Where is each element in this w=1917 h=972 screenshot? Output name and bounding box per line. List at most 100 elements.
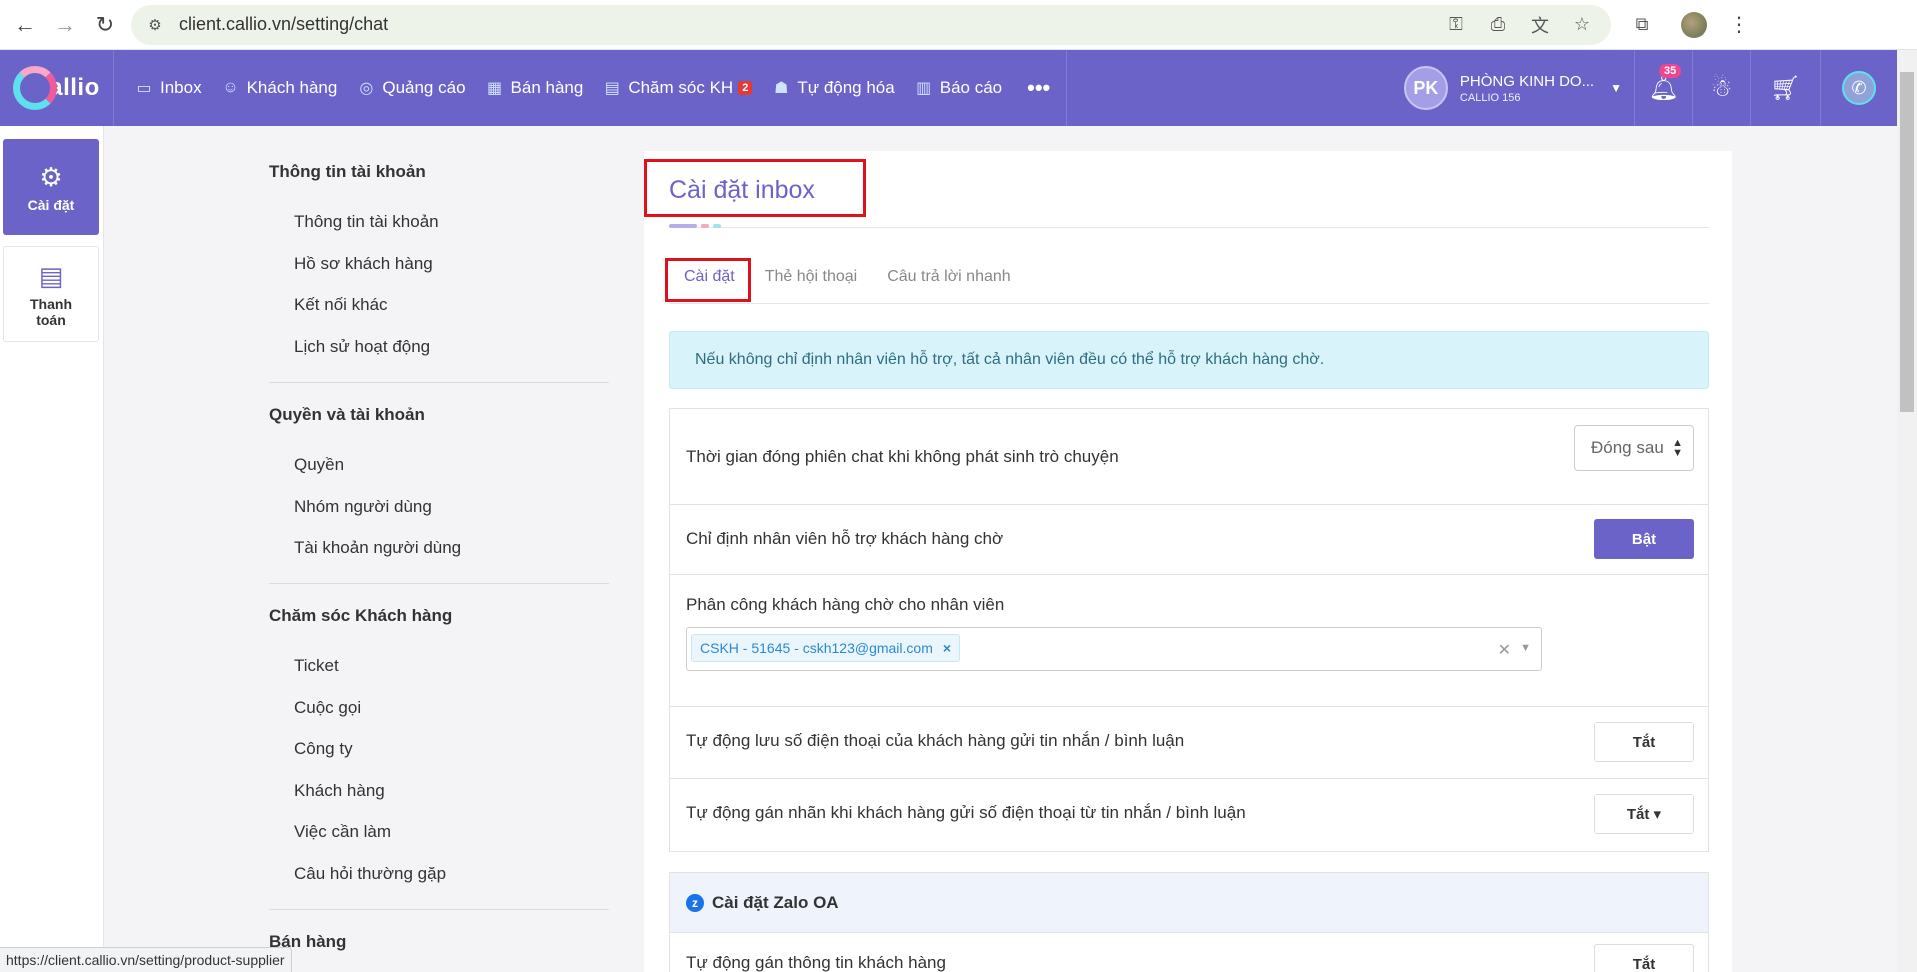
bookmark-star-icon[interactable]: ☆ [1569, 12, 1595, 38]
setting-row-auto-label: Tự động gán nhãn khi khách hàng gửi số đ… [670, 779, 1708, 851]
care-icon: ▤ [604, 80, 620, 97]
install-app-icon[interactable]: ⎙ [1485, 12, 1511, 38]
setting-label: Thời gian đóng phiên chat khi không phát… [686, 447, 1119, 466]
setting-label: Phân công khách hàng chờ cho nhân viên [686, 595, 1005, 614]
zalo-section-header: z Cài đặt Zalo OA [670, 873, 1708, 933]
assign-staff-toggle-button[interactable]: Bật [1594, 519, 1694, 559]
nav-customers[interactable]: ☺ Khách hàng [211, 50, 347, 126]
password-key-icon[interactable]: ⚿ [1443, 12, 1469, 38]
invoice-icon: ▤ [38, 260, 64, 291]
nav-inbox[interactable]: ▭ Inbox [124, 50, 211, 126]
menu-section-title: Chăm sóc Khách hàng [269, 606, 453, 625]
address-bar[interactable]: ⚙ client.callio.vn/setting/chat ⚿ ⎙ 文 ☆ [131, 4, 1611, 45]
browser-menu-icon[interactable]: ⋮ [1729, 12, 1749, 37]
chevron-down-icon[interactable]: ▼ [1520, 642, 1531, 654]
extensions-icon[interactable]: ⧉ [1629, 12, 1655, 38]
zalo-auto-assign-toggle-button[interactable]: Tắt [1594, 944, 1694, 972]
back-icon[interactable]: ← [5, 5, 45, 45]
url-text[interactable]: client.callio.vn/setting/chat [179, 14, 388, 35]
menu-link-ticket[interactable]: Ticket [294, 656, 339, 676]
gear-icon: ⚙ [39, 161, 63, 192]
menu-link-calls[interactable]: Cuộc gọi [294, 698, 361, 718]
menu-link-faq[interactable]: Câu hỏi thường gặp [294, 864, 446, 884]
account-switcher[interactable]: PK PHÒNG KINH DO... CALLIO 156 ▼ [1403, 50, 1635, 126]
chip-remove-icon[interactable]: × [943, 640, 951, 656]
setting-label: Chỉ định nhân viên hỗ trợ khách hàng chờ [686, 529, 1004, 548]
info-alert: Nếu không chỉ định nhân viên hỗ trợ, tất… [669, 331, 1709, 389]
nav-automation-label: Tự động hóa [797, 78, 895, 97]
inbox-settings-list: Thời gian đóng phiên chat khi không phát… [669, 408, 1709, 852]
menu-link-user-groups[interactable]: Nhóm người dùng [294, 497, 432, 517]
ads-icon: ◎ [359, 80, 374, 97]
menu-link-companies[interactable]: Công ty [294, 739, 353, 759]
forward-icon[interactable]: → [45, 5, 85, 45]
link-status-bar: https://client.callio.vn/setting/product… [0, 947, 292, 972]
avatar: PK [1403, 66, 1448, 110]
page-scrollbar[interactable] [1897, 50, 1917, 972]
menu-link-other-connections[interactable]: Kết nối khác [294, 295, 388, 315]
report-icon: ▥ [916, 80, 932, 97]
agent-status-button[interactable]: ☃ [1693, 50, 1751, 126]
menu-divider [269, 583, 609, 584]
browser-profile-avatar[interactable] [1681, 11, 1707, 38]
nav-automation[interactable]: ☗ Tự động hóa [761, 50, 903, 126]
setting-label: Tự động gán nhãn khi khách hàng gửi số đ… [686, 803, 1246, 822]
notifications-button[interactable]: 🔔︎ 35 [1635, 50, 1693, 126]
nav-reports[interactable]: ▥ Báo cáo [904, 50, 1011, 126]
nav-ads-label: Quảng cáo [382, 78, 466, 97]
nav-customer-care-label: Chăm sóc KH [628, 78, 734, 97]
softphone-button[interactable]: ✆ [1821, 50, 1897, 126]
setting-row-auto-save-phone: Tự động lưu số điện thoại của khách hàng… [670, 707, 1708, 779]
rail-item-settings-label: Cài đặt [27, 196, 75, 213]
tab-quick-replies[interactable]: Câu trả lời nhanh [872, 258, 1025, 296]
clear-icon[interactable]: ✕ [1498, 640, 1511, 660]
zalo-section-title: Cài đặt Zalo OA [712, 892, 839, 912]
tabs-divider [669, 303, 1709, 304]
staff-multiselect[interactable]: CSKH - 51645 - cskh123@gmail.com × ✕ ▼ [686, 627, 1542, 671]
menu-section-title: Quyền và tài khoản [269, 405, 425, 424]
setting-label: Tự động gán thông tin khách hàng [686, 953, 946, 972]
translate-icon[interactable]: 文 [1527, 12, 1553, 38]
menu-divider [269, 382, 609, 383]
phone-icon: ✆ [1842, 71, 1876, 105]
title-divider [669, 227, 1709, 228]
cart-icon: 🛒︎ [1770, 74, 1801, 102]
left-rail: ⚙ Cài đặt ▤ Thanh toán [0, 126, 104, 972]
nav-sales[interactable]: ▦ Bán hàng [475, 50, 593, 126]
logo-mark-icon [13, 66, 58, 110]
callio-logo[interactable]: allio [0, 50, 114, 126]
selected-staff-chip: CSKH - 51645 - cskh123@gmail.com × [691, 634, 961, 662]
cart-button[interactable]: 🛒︎ [1751, 50, 1821, 126]
menu-link-todos[interactable]: Việc cần làm [294, 822, 391, 842]
site-settings-icon[interactable]: ⚙ [145, 15, 165, 35]
menu-link-account-info[interactable]: Thông tin tài khoản [294, 212, 439, 232]
account-subtitle: CALLIO 156 [1459, 91, 1521, 104]
nav-customer-care[interactable]: ▤ Chăm sóc KH 2 [592, 50, 761, 126]
rail-item-billing[interactable]: ▤ Thanh toán [3, 246, 99, 342]
menu-divider [269, 909, 609, 910]
chip-label: CSKH - 51645 - cskh123@gmail.com [700, 640, 933, 656]
menu-link-customers[interactable]: Khách hàng [294, 781, 385, 801]
close-session-select[interactable]: Đóng sau ▲ ▼ [1574, 425, 1694, 471]
reload-icon[interactable]: ↻ [85, 5, 125, 45]
customer-icon: ☺ [222, 79, 239, 96]
top-navigation: ▭ Inbox ☺ Khách hàng ◎ Quảng cáo ▦ Bán h… [124, 50, 1068, 126]
scrollbar-thumb[interactable] [1900, 72, 1914, 412]
rail-item-billing-label: Thanh toán [30, 295, 72, 328]
close-session-select-value: Đóng sau [1591, 438, 1664, 457]
menu-link-customer-profile[interactable]: Hồ sơ khách hàng [294, 254, 433, 274]
rail-item-settings[interactable]: ⚙ Cài đặt [3, 139, 99, 235]
more-menu-icon[interactable]: ••• [1011, 50, 1068, 126]
menu-link-activity-history[interactable]: Lịch sử hoạt động [294, 337, 430, 357]
nav-ads[interactable]: ◎ Quảng cáo [346, 50, 474, 126]
select-arrows-icon: ▲ ▼ [1672, 437, 1683, 459]
customer-care-badge: 2 [738, 81, 753, 95]
setting-row-close-session: Thời gian đóng phiên chat khi không phát… [670, 409, 1708, 505]
account-name: PHÒNG KINH DO... [1459, 72, 1595, 90]
menu-link-permissions[interactable]: Quyền [294, 455, 344, 475]
auto-save-phone-toggle-button[interactable]: Tắt [1594, 722, 1694, 762]
tab-conversation-tags[interactable]: Thẻ hội thoại [750, 258, 873, 296]
setting-row-assign-waiting: Phân công khách hàng chờ cho nhân viên C… [670, 575, 1708, 707]
menu-link-user-accounts[interactable]: Tài khoản người dùng [294, 538, 461, 558]
auto-label-dropdown-button[interactable]: Tắt ▾ [1594, 794, 1694, 834]
